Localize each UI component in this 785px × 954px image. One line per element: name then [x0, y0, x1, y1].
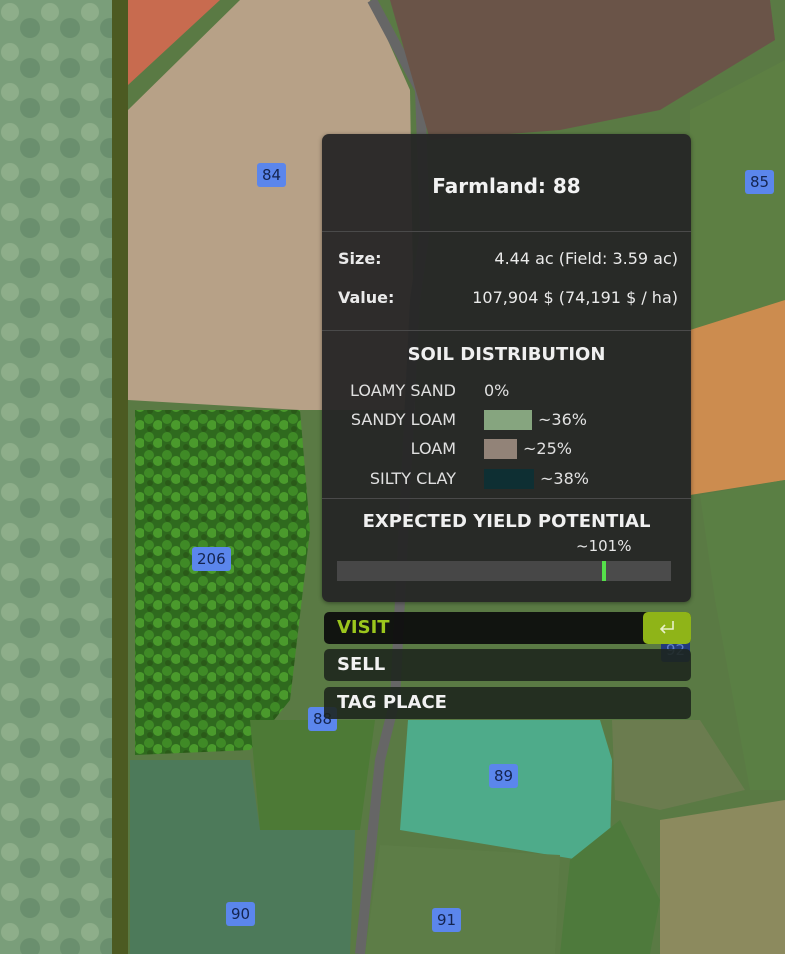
divider: [322, 231, 691, 232]
tag-place-label: TAG PLACE: [337, 692, 447, 713]
value-label: Value:: [338, 288, 395, 307]
size-label: Size:: [338, 249, 382, 268]
divider: [322, 330, 691, 331]
soil-row-loamy-sand: LOAMY SAND 0%: [322, 381, 691, 403]
sell-label: SELL: [337, 654, 386, 675]
field-marker-89[interactable]: 89: [489, 764, 519, 788]
field-orange: [690, 300, 785, 495]
field-marker-206[interactable]: 206: [192, 547, 231, 571]
soil-row-loam: LOAM ~25%: [322, 439, 691, 461]
panel-title: Farmland: 88: [432, 174, 581, 198]
field-88: [250, 720, 375, 830]
enter-icon-glyph: [659, 621, 674, 634]
field-marker-91[interactable]: 91: [432, 908, 462, 932]
farmland-info-panel: Farmland: 88 Size: 4.44 ac (Field: 3.59 …: [322, 134, 691, 602]
soil-bar: [484, 439, 517, 459]
soil-name: SILTY CLAY: [369, 469, 456, 488]
field-edge: [112, 0, 128, 954]
soil-pct: ~38%: [540, 469, 589, 488]
soil-row-sandy-loam: SANDY LOAM ~36%: [322, 410, 691, 432]
visit-button[interactable]: VISIT: [324, 612, 691, 644]
soil-pct: ~25%: [523, 439, 572, 458]
satellite-strip: [0, 0, 112, 954]
soil-name: LOAM: [410, 439, 456, 458]
field-marker-84[interactable]: 84: [257, 163, 287, 187]
soil-pct: ~36%: [538, 410, 587, 429]
forest-206: [135, 410, 310, 755]
soil-distribution-title: SOIL DISTRIBUTION: [407, 344, 606, 365]
soil-row-silty-clay: SILTY CLAY ~38%: [322, 469, 691, 491]
value-row: Value: 107,904 $ (74,191 $ / ha): [338, 288, 678, 307]
value-value: 107,904 $ (74,191 $ / ha): [472, 288, 678, 307]
yield-title: EXPECTED YIELD POTENTIAL: [362, 511, 651, 532]
field-marker-85[interactable]: 85: [745, 170, 775, 194]
field-lower-right-b: [660, 800, 785, 954]
visit-label: VISIT: [337, 617, 390, 638]
size-row: Size: 4.44 ac (Field: 3.59 ac): [338, 249, 678, 268]
yield-bar-fill: [337, 561, 604, 581]
field-marker-90[interactable]: 90: [226, 902, 256, 926]
sell-button[interactable]: SELL: [324, 649, 691, 681]
yield-marker: [602, 561, 606, 581]
soil-name: LOAMY SAND: [350, 381, 456, 400]
tag-place-button[interactable]: TAG PLACE: [324, 687, 691, 719]
soil-name: SANDY LOAM: [350, 410, 456, 429]
enter-icon[interactable]: [643, 612, 691, 644]
field-91: [365, 845, 560, 954]
divider: [322, 498, 691, 499]
soil-pct: 0%: [484, 381, 510, 400]
yield-bar: [337, 561, 671, 581]
size-value: 4.44 ac (Field: 3.59 ac): [494, 249, 678, 268]
soil-bar: [484, 469, 534, 489]
yield-percent: ~101%: [576, 537, 632, 555]
soil-bar: [484, 410, 532, 430]
